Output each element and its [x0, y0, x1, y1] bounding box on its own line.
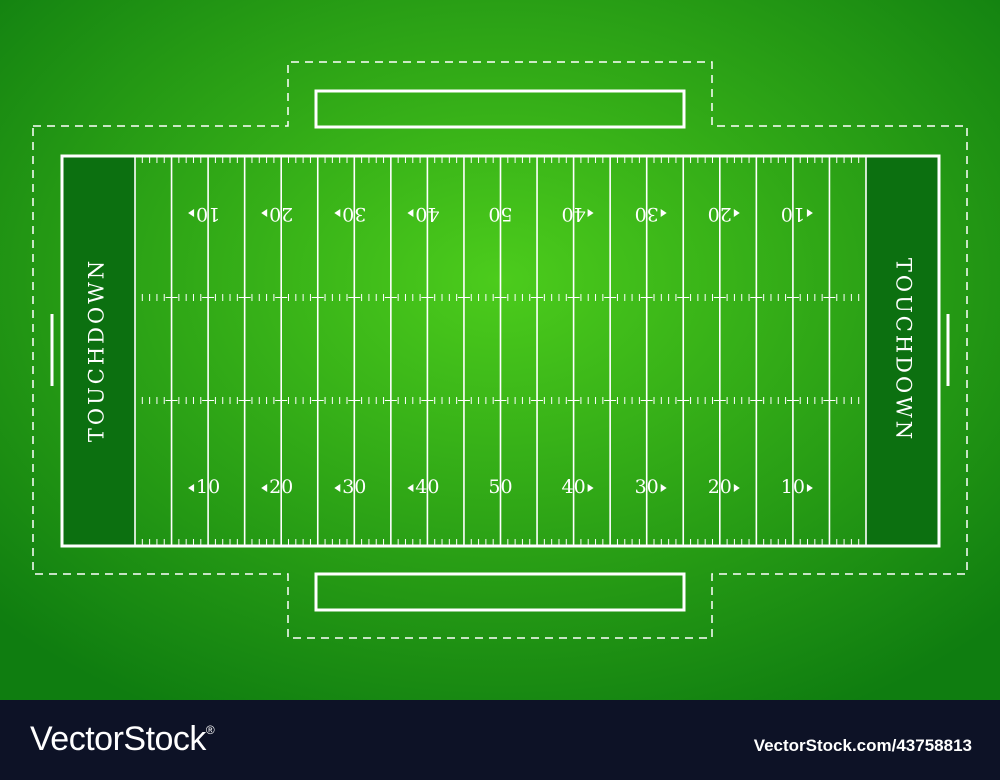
footer-bar: VectorStock® VectorStock.com/43758813 [0, 700, 1000, 780]
endzone-left-label: TOUCHDOWN [85, 258, 109, 442]
yard-number: 20 [269, 476, 293, 498]
yard-number: 30 [635, 476, 659, 498]
yard-number: 10 [781, 476, 805, 498]
yard-numbers-top: 10 20 30 40 50 40 30 20 10 [188, 203, 813, 225]
yard-number: 40 [562, 476, 586, 498]
yard-number: 40 [562, 203, 586, 225]
brand-name: VectorStock [30, 720, 206, 758]
yard-number: 40 [415, 476, 439, 498]
yard-number: 30 [342, 203, 366, 225]
image-id: VectorStock.com/43758813 [753, 736, 972, 755]
brand-logo: VectorStock® [30, 720, 215, 759]
yard-number: 30 [342, 476, 366, 498]
yard-number: 20 [708, 203, 732, 225]
yard-number: 50 [488, 476, 512, 498]
stage: 10 20 30 40 50 40 30 20 10 10 20 30 40 50 40 30 20 10 TO… [0, 0, 1000, 780]
football-field-diagram: 10 20 30 40 50 40 30 20 10 10 20 30 40 50 40 30 20 10 TO… [0, 0, 1000, 700]
yard-number: 30 [635, 203, 659, 225]
yard-number: 10 [196, 476, 220, 498]
yard-number: 10 [196, 203, 220, 225]
yard-number: 20 [708, 476, 732, 498]
endzone-right-label: TOUCHDOWN [892, 258, 916, 442]
brand-mark: ® [205, 722, 215, 737]
yard-number: 10 [781, 203, 805, 225]
yard-numbers-bottom: 10 20 30 40 50 40 30 20 10 [188, 476, 813, 498]
yard-number: 40 [415, 203, 439, 225]
yard-number: 20 [269, 203, 293, 225]
yard-number: 50 [488, 203, 512, 225]
